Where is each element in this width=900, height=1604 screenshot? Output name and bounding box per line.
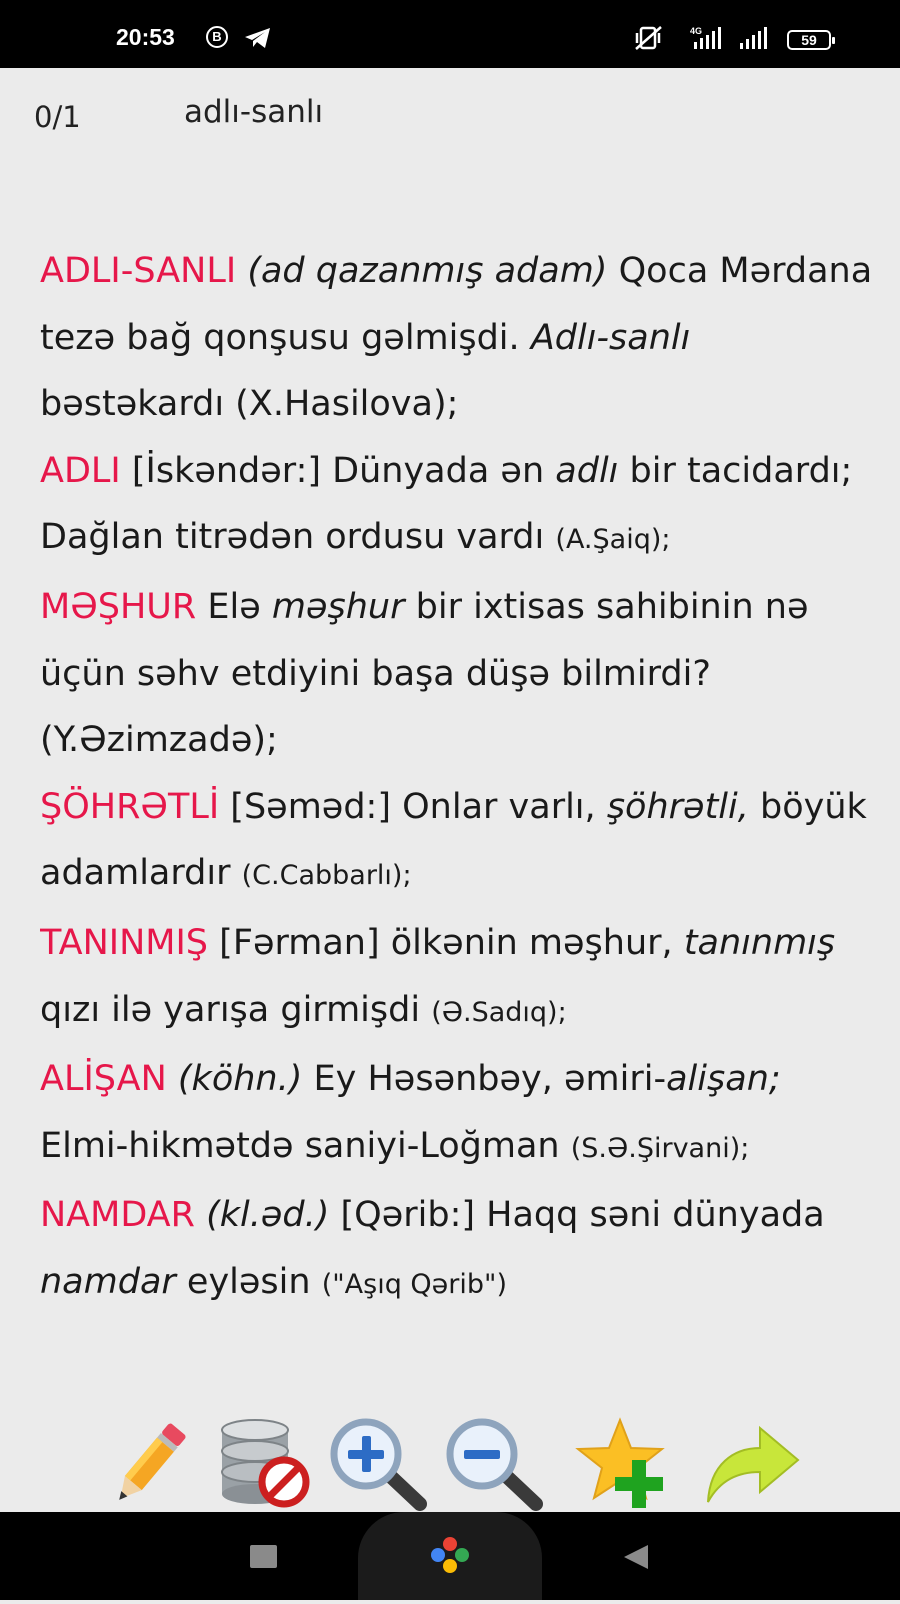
status-bar: 20:53 B 4G 59 <box>0 0 900 68</box>
entry-note: (ad qazanmış adam) <box>247 251 608 291</box>
entry-text: [Qərib:] Haqq səni dünyada <box>340 1195 825 1236</box>
bottom-toolbar <box>0 1416 900 1512</box>
zoom-in-icon <box>330 1418 427 1511</box>
entry-text: eyləsin <box>186 1261 311 1302</box>
signal-icon <box>740 27 774 55</box>
entry-source: (C.Cabbarlı); <box>241 860 412 892</box>
forward-button[interactable] <box>700 1416 812 1512</box>
entry-example-word: alişan; <box>666 1059 781 1100</box>
edit-pencil-icon <box>119 1423 186 1500</box>
entry-text: qızı ilə yarışa girmişdi <box>40 989 421 1030</box>
entry-headword: ŞÖHRƏTLİ <box>40 786 220 827</box>
entry: ALİŞAN (köhn.) Ey Həsənbəy, əmiri-alişan… <box>40 1046 880 1182</box>
entry-headword: NAMDAR <box>40 1195 195 1236</box>
mute-vibrate-icon <box>634 25 664 55</box>
entry-source: (A.Şaiq); <box>555 524 671 556</box>
battery-icon: 59 <box>787 30 835 50</box>
entry: NAMDAR (kl.əd.) [Qərib:] Haqq səni dünya… <box>40 1182 880 1318</box>
back-triangle-icon <box>624 1545 648 1569</box>
entry-source: ("Aşıq Qərib") <box>321 1268 507 1300</box>
database-delete-button[interactable] <box>212 1416 324 1512</box>
entry-example-word: tanınmış <box>683 922 836 963</box>
entry-text: bəstəkardı (X.Hasilova); <box>40 384 459 425</box>
page-title: adlı-sanlı <box>184 94 324 130</box>
add-favorite-button[interactable] <box>570 1416 682 1512</box>
edit-pencil-button[interactable] <box>92 1416 204 1512</box>
zoom-out-icon <box>446 1418 543 1511</box>
zoom-in-button[interactable] <box>324 1416 436 1512</box>
forward-arrow-icon <box>707 1425 800 1503</box>
zoom-out-button[interactable] <box>440 1416 552 1512</box>
b-badge-icon: B <box>206 26 228 48</box>
entry-example-word: məşhur <box>271 586 405 627</box>
entry-headword: ALİŞAN <box>40 1059 167 1100</box>
back-button[interactable] <box>622 1543 650 1575</box>
recent-apps-button[interactable] <box>250 1545 277 1568</box>
network-type: 4G <box>690 26 702 36</box>
entry-source: (Ə.Sadıq); <box>431 996 567 1028</box>
telegram-icon <box>244 27 272 53</box>
assistant-dots-icon <box>431 1537 469 1573</box>
home-button[interactable] <box>358 1512 542 1600</box>
add-favorite-icon <box>575 1417 665 1508</box>
entry: ADLI-SANLI (ad qazanmış adam) Qoca Mərda… <box>40 238 880 438</box>
entry: ADLI [İskəndər:] Dünyada ən adlı bir tac… <box>40 438 880 574</box>
entry-text: Elmi-hikmətdə saniyi-Loğman <box>40 1125 560 1166</box>
entry-example-word: namdar <box>40 1261 176 1302</box>
dictionary-article: ADLI-SANLI (ad qazanmış adam) Qoca Mərda… <box>40 238 880 1416</box>
entry-text: Elə <box>207 586 261 627</box>
result-counter: 0/1 <box>34 100 81 134</box>
entry-note: (köhn.) <box>177 1059 303 1100</box>
entry-example-word: şöhrətli, <box>606 786 749 827</box>
entry-headword: TANINMIŞ <box>40 922 209 963</box>
entry-text: [Səməd:] Onlar varlı, <box>230 786 596 827</box>
entry-headword: ADLI-SANLI <box>40 251 237 291</box>
entry-text: Ey Həsənbəy, əmiri- <box>313 1059 667 1100</box>
database-delete-icon <box>221 1419 310 1508</box>
entry-source: (S.Ə.Şirvani); <box>570 1132 750 1164</box>
entry-note: (kl.əd.) <box>206 1195 330 1236</box>
entry-example-word: adlı <box>555 450 619 491</box>
signal-icon: 4G <box>690 24 730 56</box>
status-time: 20:53 <box>116 24 175 50</box>
entry-text: [İskəndər:] Dünyada ən <box>131 450 545 491</box>
entry: MƏŞHUR Elə məşhur bir ixtisas sahibinin … <box>40 574 880 774</box>
entry-example-word: Adlı-sanlı <box>530 317 691 358</box>
entry-headword: ADLI <box>40 450 121 491</box>
entry: ŞÖHRƏTLİ [Səməd:] Onlar varlı, şöhrətli,… <box>40 774 880 910</box>
entry-headword: MƏŞHUR <box>40 586 197 627</box>
entry: TANINMIŞ [Fərman] ölkənin məşhur, tanınm… <box>40 910 880 1046</box>
entry-text: [Fərman] ölkənin məşhur, <box>219 922 673 963</box>
